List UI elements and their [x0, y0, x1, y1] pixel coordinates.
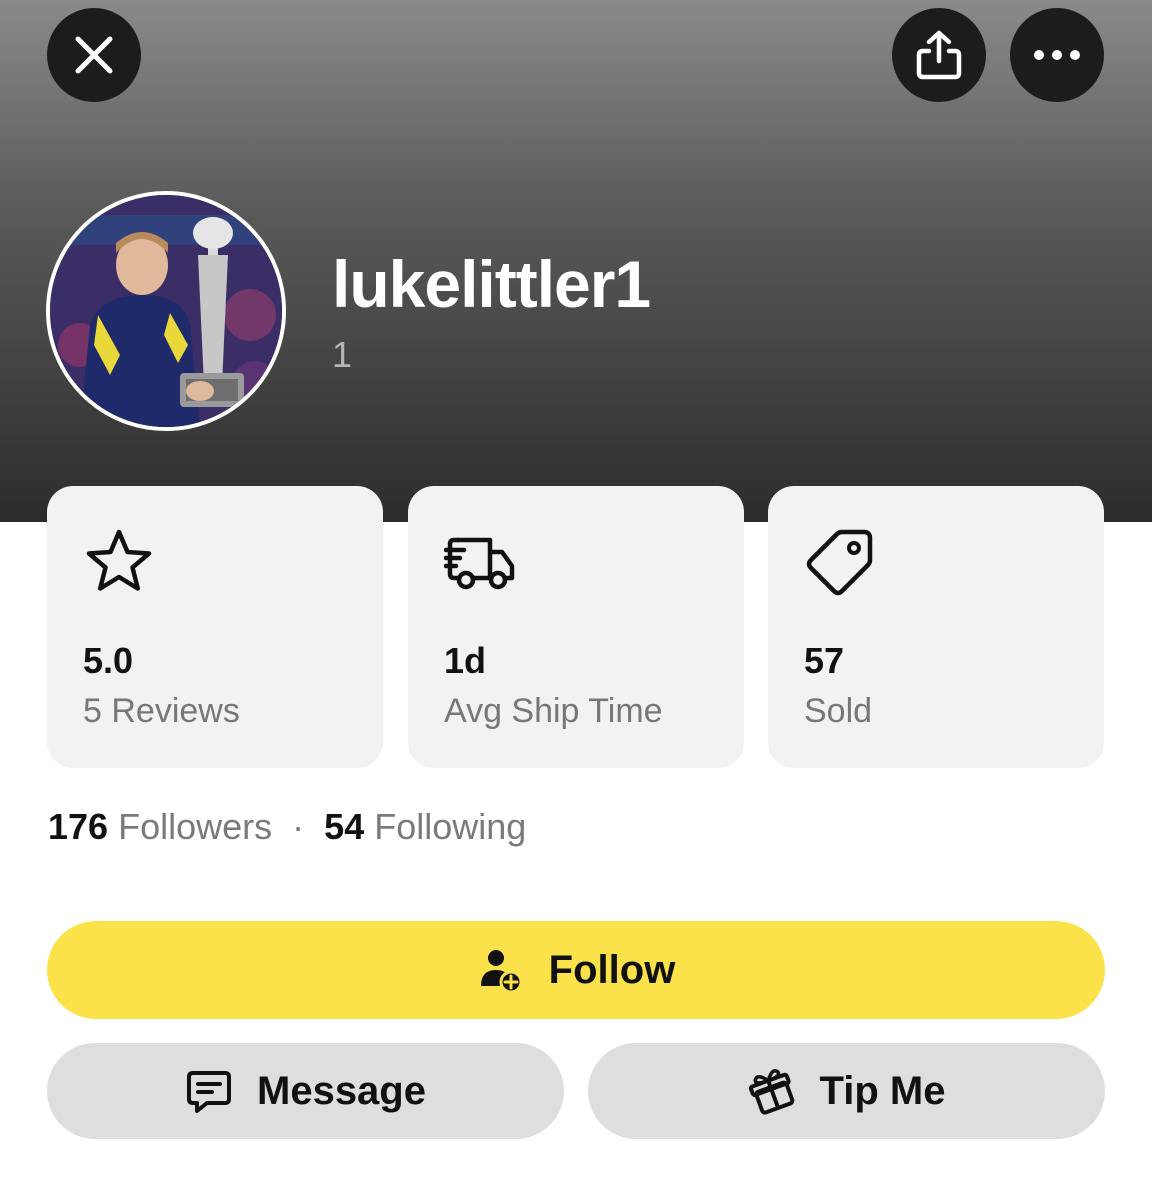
stat-card-reviews[interactable]: 5.0 5 Reviews [47, 486, 383, 768]
more-horizontal-icon [1034, 50, 1080, 60]
share-button[interactable] [892, 8, 986, 102]
followers-count: 176 [48, 806, 109, 847]
following-label: Following [374, 806, 527, 847]
tip-button-label: Tip Me [819, 1068, 946, 1113]
share-icon [916, 30, 962, 80]
followers-label: Followers [118, 806, 273, 847]
gift-icon [748, 1067, 796, 1115]
chat-bubble-icon [185, 1067, 233, 1115]
close-icon [75, 36, 113, 74]
stat-label: Sold [804, 692, 873, 730]
follow-button[interactable]: Follow [47, 921, 1105, 1019]
profile-header: lukelittler1 1 [0, 0, 1152, 522]
avatar-photo [50, 195, 282, 427]
stat-value: 57 [804, 640, 845, 681]
profile-subtitle: 1 [332, 334, 353, 375]
message-button[interactable]: Message [47, 1043, 564, 1139]
follow-counts: 176 Followers · 54 Following [48, 806, 526, 848]
following-link[interactable]: 54 Following [324, 806, 526, 847]
stat-label: 5 Reviews [83, 692, 240, 730]
stat-label: Avg Ship Time [444, 692, 663, 730]
add-user-icon [477, 946, 525, 994]
more-options-button[interactable] [1010, 8, 1104, 102]
separator-dot: · [292, 806, 305, 847]
star-icon [86, 529, 152, 591]
following-count: 54 [324, 806, 365, 847]
stat-value: 5.0 [83, 640, 134, 681]
price-tag-icon [806, 529, 873, 596]
message-button-label: Message [257, 1068, 426, 1113]
stat-card-ship-time[interactable]: 1d Avg Ship Time [408, 486, 744, 768]
tip-button[interactable]: Tip Me [588, 1043, 1105, 1139]
delivery-truck-icon [444, 537, 515, 590]
followers-link[interactable]: 176 Followers [48, 806, 282, 847]
username: lukelittler1 [332, 247, 651, 321]
stat-card-sold[interactable]: 57 Sold [768, 486, 1104, 768]
avatar[interactable] [46, 191, 286, 431]
follow-button-label: Follow [548, 947, 676, 992]
stat-value: 1d [444, 640, 487, 681]
close-button[interactable] [47, 8, 141, 102]
